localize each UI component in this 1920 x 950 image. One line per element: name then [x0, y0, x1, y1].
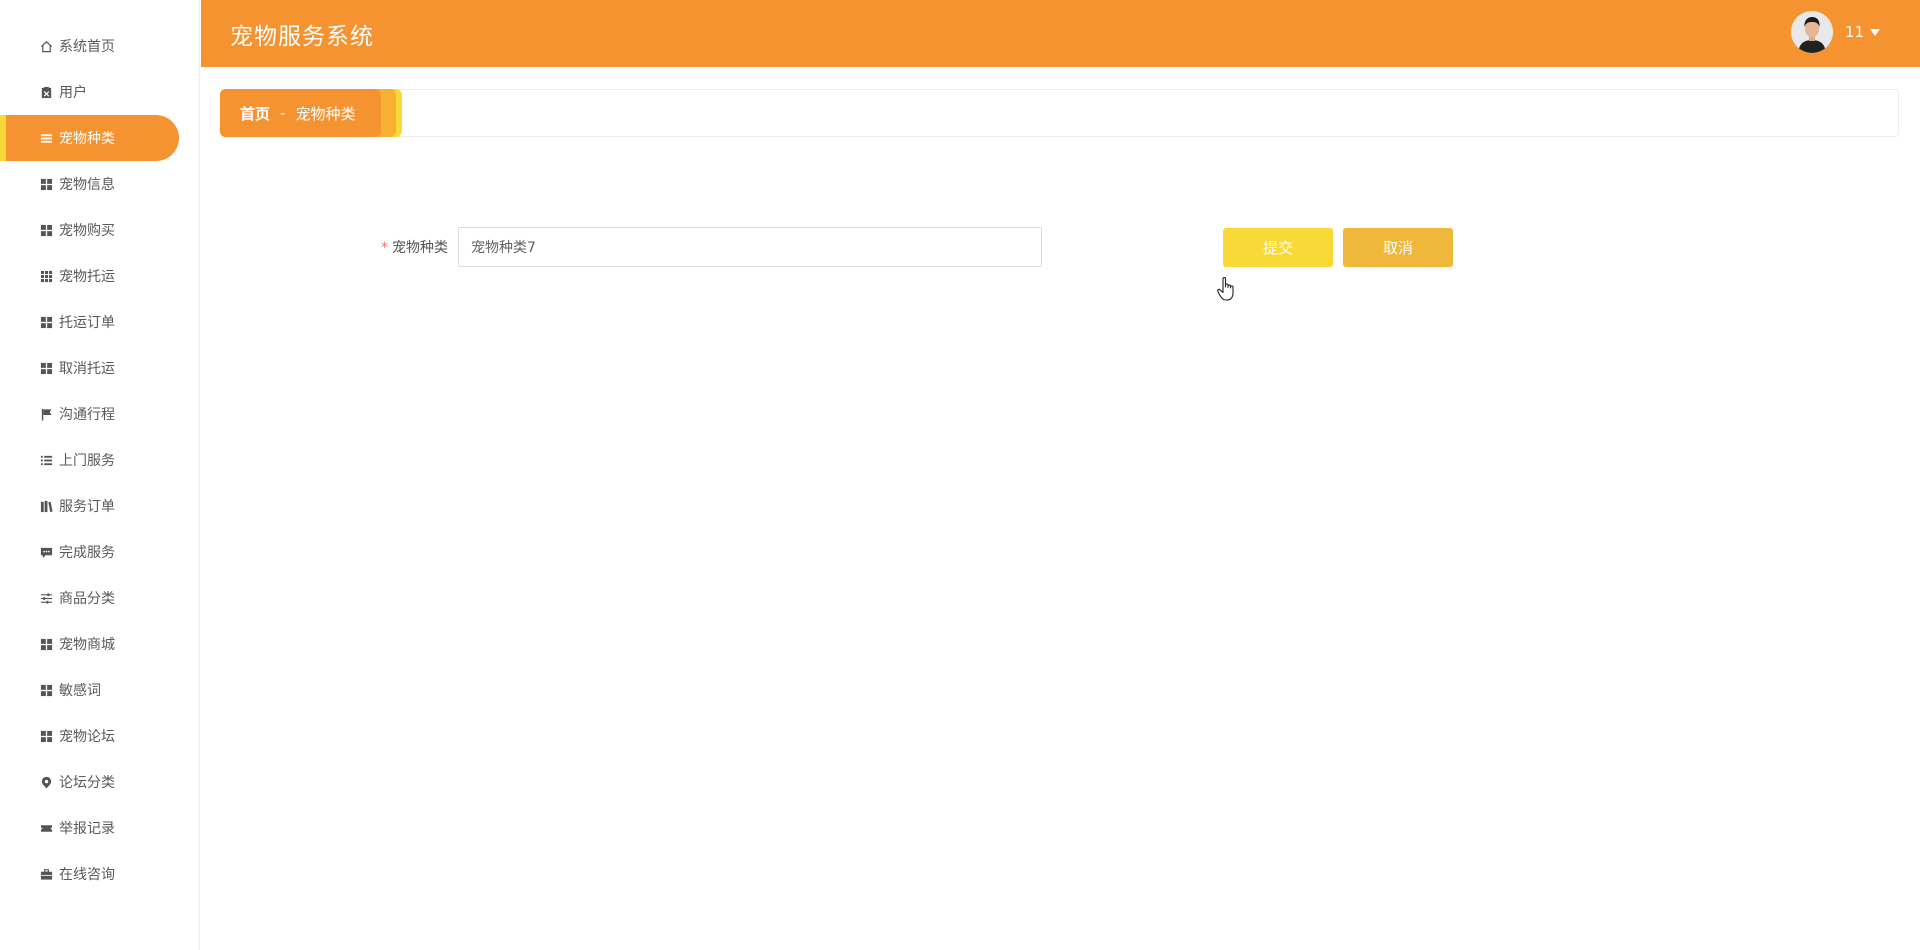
sidebar-item-2[interactable]: 宠物种类 — [0, 115, 179, 161]
sidebar-item-label: 宠物信息 — [59, 177, 115, 193]
sidebar-item-10[interactable]: 服务订单 — [0, 483, 179, 529]
caret-down-icon[interactable] — [1870, 28, 1880, 36]
grid-icon — [40, 638, 53, 651]
flag-icon — [40, 408, 53, 421]
apps-icon — [40, 270, 53, 283]
sidebar-menu: 系统首页用户宠物种类宠物信息宠物购买宠物托运托运订单取消托运沟通行程上门服务服务… — [0, 0, 199, 897]
breadcrumb-separator: - — [280, 104, 286, 122]
briefcase-icon — [40, 868, 53, 881]
breadcrumb-current: 宠物种类 — [295, 104, 356, 123]
sidebar-item-4[interactable]: 宠物购买 — [0, 207, 179, 253]
sidebar-item-label: 举报记录 — [59, 821, 115, 837]
sidebar-item-3[interactable]: 宠物信息 — [0, 161, 179, 207]
books-icon — [40, 500, 53, 513]
grid-icon — [40, 178, 53, 191]
user-menu[interactable]: 11 — [1790, 11, 1880, 53]
list-icon — [40, 132, 53, 145]
sidebar-item-label: 用户 — [59, 85, 87, 101]
top-header: 宠物服务系统 11 — [201, 0, 1920, 67]
sidebar-item-label: 敏感词 — [59, 683, 101, 699]
home-icon — [40, 40, 53, 53]
sidebar-item-12[interactable]: 商品分类 — [0, 575, 179, 621]
sidebar-item-5[interactable]: 宠物托运 — [0, 253, 179, 299]
avatar[interactable] — [1790, 11, 1833, 53]
form-row-pet-category: * 宠物种类 — [372, 227, 1042, 267]
app-root: 系统首页 用户 宠物种类 宠物信息 宠物购买 宠物托运 托运订单 取消托运 沟通行程 上门服务 服务… — [0, 0, 1920, 950]
sidebar-item-17[interactable]: 举报记录 — [0, 805, 179, 851]
sidebar-item-8[interactable]: 沟通行程 — [0, 391, 179, 437]
grid-icon — [40, 684, 53, 697]
sidebar-item-11[interactable]: 完成服务 — [0, 529, 179, 575]
sidebar-item-18[interactable]: 在线咨询 — [0, 851, 179, 897]
sidebar-item-label: 沟通行程 — [59, 407, 115, 423]
grid-icon — [40, 730, 53, 743]
list-lines-icon — [40, 454, 53, 467]
sidebar-item-label: 完成服务 — [59, 545, 115, 561]
sidebar-item-label: 系统首页 — [59, 39, 115, 55]
app-title: 宠物服务系统 — [230, 23, 374, 50]
sidebar-item-label: 宠物种类 — [59, 131, 115, 147]
sidebar-item-label: 商品分类 — [59, 591, 115, 607]
pin-icon — [40, 776, 53, 789]
clipboard-icon — [40, 86, 53, 99]
form-label-text: 宠物种类 — [392, 240, 448, 256]
pet-category-input[interactable] — [458, 227, 1042, 267]
sidebar-item-label: 宠物商城 — [59, 637, 115, 653]
breadcrumb-bar: 首页 - 宠物种类 — [220, 89, 1899, 137]
sidebar: 系统首页用户宠物种类宠物信息宠物购买宠物托运托运订单取消托运沟通行程上门服务服务… — [0, 0, 200, 950]
sidebar-item-13[interactable]: 宠物商城 — [0, 621, 179, 667]
hand-cursor-icon — [1217, 276, 1234, 301]
username[interactable]: 11 — [1845, 23, 1864, 41]
form-label: * 宠物种类 — [372, 237, 458, 257]
sidebar-item-7[interactable]: 取消托运 — [0, 345, 179, 391]
breadcrumb-home-link[interactable]: 首页 — [240, 103, 270, 124]
submit-button[interactable]: 提交 — [1223, 228, 1333, 267]
sidebar-item-label: 宠物购买 — [59, 223, 115, 239]
sidebar-item-6[interactable]: 托运订单 — [0, 299, 179, 345]
breadcrumb-tag: 首页 - 宠物种类 — [220, 89, 381, 137]
sidebar-item-label: 取消托运 — [59, 361, 115, 377]
comment-icon — [40, 546, 53, 559]
sidebar-item-label: 在线咨询 — [59, 867, 115, 883]
sidebar-item-1[interactable]: 用户 — [0, 69, 179, 115]
sidebar-item-label: 托运订单 — [59, 315, 115, 331]
sidebar-item-15[interactable]: 宠物论坛 — [0, 713, 179, 759]
ticket-icon — [40, 822, 53, 835]
grid-icon — [40, 316, 53, 329]
sidebar-item-label: 论坛分类 — [59, 775, 115, 791]
sliders-icon — [40, 592, 53, 605]
sidebar-item-label: 宠物托运 — [59, 269, 115, 285]
grid-icon — [40, 362, 53, 375]
cancel-button[interactable]: 取消 — [1343, 228, 1453, 267]
sidebar-item-16[interactable]: 论坛分类 — [0, 759, 179, 805]
sidebar-item-0[interactable]: 系统首页 — [0, 23, 179, 69]
required-mark: * — [381, 240, 388, 256]
avatar-image — [1790, 11, 1833, 53]
sidebar-item-14[interactable]: 敏感词 — [0, 667, 179, 713]
sidebar-item-9[interactable]: 上门服务 — [0, 437, 179, 483]
sidebar-item-label: 服务订单 — [59, 499, 115, 515]
sidebar-item-label: 上门服务 — [59, 453, 115, 469]
grid-icon — [40, 224, 53, 237]
sidebar-item-label: 宠物论坛 — [59, 729, 115, 745]
